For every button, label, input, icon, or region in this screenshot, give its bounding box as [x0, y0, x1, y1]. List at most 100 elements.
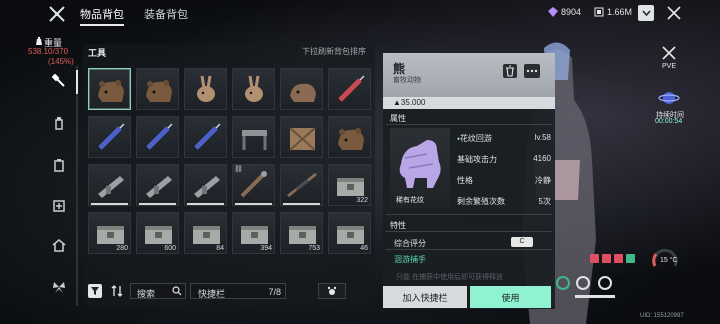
delete-button[interactable] [503, 64, 517, 78]
more-icon [526, 69, 538, 73]
bear-portrait-icon [399, 140, 441, 188]
dropdown-button[interactable] [638, 5, 654, 21]
pet-filter-button[interactable] [318, 283, 346, 299]
buff-planet-icon[interactable] [658, 88, 680, 108]
weight-icon [36, 36, 42, 45]
stat-value: 5次 [538, 197, 551, 206]
search-label: 搜索 [137, 289, 156, 299]
rail-divider [76, 66, 78, 306]
workbench-icon [242, 130, 267, 150]
bear-head-icon [146, 80, 172, 102]
status-warning-icon [590, 254, 599, 263]
inventory-slot[interactable] [88, 116, 131, 158]
inventory-slot[interactable] [184, 68, 227, 110]
tools-category-icon[interactable] [52, 74, 66, 88]
gem-currency: 8904 [548, 7, 581, 17]
item-count: 84 [216, 245, 224, 252]
gem-amount: 8904 [561, 7, 582, 17]
item-count: 753 [308, 245, 320, 252]
crate-icon [289, 127, 316, 151]
score-badge: C [511, 237, 533, 247]
bottle-category-icon[interactable] [52, 116, 66, 130]
divider [386, 249, 552, 250]
inventory-slot[interactable]: 600 [136, 212, 179, 254]
ammo-box-icon [193, 226, 220, 244]
inventory-slot[interactable] [280, 68, 323, 110]
more-button[interactable] [524, 64, 540, 78]
skill-ring-icon[interactable] [556, 276, 570, 290]
inventory-slot[interactable] [280, 116, 323, 158]
stat-key: 剩余繁殖次数 [457, 197, 505, 206]
tab-items-bag[interactable]: 物品背包 [80, 6, 124, 26]
inventory-slot[interactable] [232, 68, 275, 110]
weight-value: 538.10/370 [28, 47, 69, 56]
status-icons [590, 254, 635, 263]
game-logo-icon[interactable] [48, 5, 66, 23]
inventory-slot[interactable] [136, 116, 179, 158]
inventory-slot[interactable] [184, 116, 227, 158]
stat-key: 性格 [457, 176, 473, 185]
weapon-icon [146, 176, 172, 198]
inventory-slot[interactable]: 84 [184, 212, 227, 254]
filter-button[interactable] [88, 284, 102, 298]
item-weight-value: 35.000 [400, 98, 426, 107]
stat-key-text: 花纹回游 [459, 134, 492, 143]
inventory-slot[interactable]: ⛓ [232, 164, 275, 206]
inventory-slot[interactable]: 46 [328, 212, 371, 254]
duration-value: 00:00:54 [655, 118, 683, 125]
attributes-title: 属性 [390, 114, 406, 123]
butterfly-category-icon[interactable] [52, 280, 66, 294]
coin-icon [594, 7, 604, 17]
inventory-slot[interactable] [136, 164, 179, 206]
stat-value: 冷静 [535, 176, 551, 185]
skill-description: 只能 在捕获中使用后即可获得释放 [396, 274, 503, 281]
user-id: UID: 155120997 [640, 313, 684, 319]
inventory-slot[interactable] [328, 68, 371, 110]
pet-portrait: 稀有花纹 [390, 128, 450, 208]
skill-ring-icon[interactable] [598, 276, 612, 290]
inventory-slot[interactable] [184, 164, 227, 206]
inventory-slot[interactable] [232, 116, 275, 158]
inventory-slot[interactable] [328, 116, 371, 158]
pve-swords-icon[interactable] [660, 44, 678, 62]
close-icon[interactable] [666, 5, 682, 21]
syringe-blue-icon [146, 123, 173, 150]
tool-icon [240, 171, 267, 198]
inventory-slot[interactable] [136, 68, 179, 110]
boar-head-icon [290, 83, 316, 102]
ammo-box-icon [289, 226, 316, 244]
section-title: 工具 [88, 48, 107, 58]
divider [386, 231, 552, 232]
durability-bar [235, 203, 272, 205]
quickbar-selector[interactable]: 快捷栏 7/8 [190, 283, 286, 299]
syringe-red-icon [338, 75, 365, 102]
money-amount: 1.66M [607, 7, 633, 17]
inventory-slot[interactable]: 322 [328, 164, 371, 206]
inventory-slot[interactable]: 753 [280, 212, 323, 254]
tab-equipment-bag[interactable]: 装备背包 [144, 6, 188, 22]
item-count: 46 [360, 245, 368, 252]
add-to-quickbar-button[interactable]: 加入快捷栏 [383, 286, 467, 308]
skill-name: 洄游捕手 [394, 255, 426, 264]
sort-icon[interactable] [110, 284, 124, 298]
weight-percent: (145%) [48, 57, 74, 66]
weapon-icon [194, 176, 220, 198]
skill-ring-icon[interactable] [576, 276, 590, 290]
link-icon: ⛓ [234, 166, 243, 173]
inventory-slot[interactable] [280, 164, 323, 206]
item-count: 600 [164, 245, 176, 252]
medkit-category-icon[interactable] [52, 198, 66, 212]
durability-bar [91, 203, 128, 205]
inventory-slot[interactable] [88, 68, 131, 110]
features-title: 特性 [390, 221, 406, 230]
stat-value: 4160 [533, 154, 551, 163]
quickbar-count: 7/8 [268, 287, 281, 297]
home-category-icon[interactable] [52, 238, 66, 252]
search-input[interactable]: 搜索 [130, 283, 186, 299]
inventory-slot[interactable] [88, 164, 131, 206]
hud-progress-bar [575, 295, 615, 298]
inventory-slot[interactable]: 280 [88, 212, 131, 254]
inventory-slot[interactable]: 394 [232, 212, 275, 254]
use-button[interactable]: 使用 [470, 286, 551, 308]
food-category-icon[interactable] [52, 158, 66, 172]
